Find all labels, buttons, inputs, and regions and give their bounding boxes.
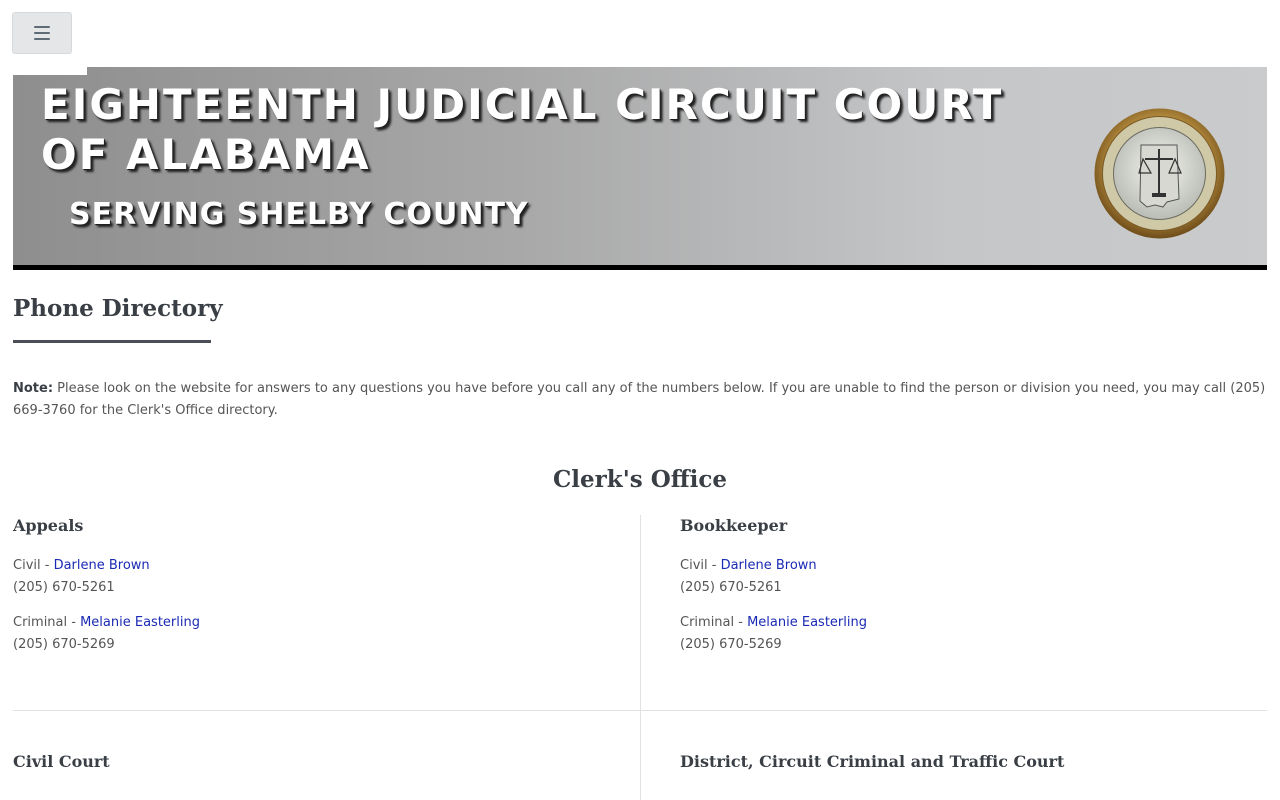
contact-phone: (205) 670-5269: [13, 637, 115, 652]
judicial-seal-icon: [1094, 108, 1225, 239]
contact-name-link[interactable]: Melanie Easterling: [747, 615, 867, 630]
card-appeals: Appeals Civil - Darlene Brown (205) 670-…: [13, 516, 573, 669]
contact-type: Criminal -: [13, 615, 81, 630]
column-divider: [640, 515, 641, 800]
contact-phone: (205) 670-5269: [680, 637, 782, 652]
hamburger-menu-button[interactable]: [12, 12, 72, 54]
contact-entry: Criminal - Melanie Easterling (205) 670-…: [13, 612, 573, 656]
directory-note: Note: Please look on the website for ans…: [13, 378, 1267, 422]
note-label: Note:: [13, 381, 54, 396]
section-title-clerks-office: Clerk's Office: [552, 466, 728, 493]
contact-entry: Civil - Darlene Brown (205) 670-5261: [680, 555, 1240, 599]
contact-phone: (205) 670-5261: [13, 580, 115, 595]
banner-bottom-border: [13, 265, 1267, 270]
contact-type: Criminal -: [680, 615, 748, 630]
card-title: District, Circuit Criminal and Traffic C…: [680, 752, 1065, 771]
contact-phone: (205) 670-5261: [680, 580, 782, 595]
card-title: Bookkeeper: [680, 516, 788, 535]
page-title: Phone Directory: [13, 295, 223, 322]
contact-type: Civil -: [680, 558, 721, 573]
site-subtitle: SERVING SHELBY COUNTY: [69, 197, 529, 232]
site-title: EIGHTEENTH JUDICIAL CIRCUIT COURT OF ALA…: [41, 80, 1004, 179]
card-civil-court: Civil Court: [13, 752, 573, 791]
note-text: Please look on the website for answers t…: [13, 381, 1266, 418]
card-bookkeeper: Bookkeeper Civil - Darlene Brown (205) 6…: [680, 516, 1240, 669]
row-divider: [13, 710, 1267, 711]
contact-name-link[interactable]: Darlene Brown: [721, 558, 817, 573]
contact-type: Civil -: [13, 558, 54, 573]
card-title: Appeals: [13, 516, 84, 535]
contact-entry: Criminal - Melanie Easterling (205) 670-…: [680, 612, 1240, 656]
card-title: Civil Court: [13, 752, 110, 771]
contact-name-link[interactable]: Melanie Easterling: [80, 615, 200, 630]
card-district-circuit-criminal-traffic: District, Circuit Criminal and Traffic C…: [680, 752, 1267, 791]
heading-underline: [13, 340, 211, 343]
hamburger-icon: [34, 26, 50, 40]
contact-name-link[interactable]: Darlene Brown: [54, 558, 150, 573]
contact-entry: Civil - Darlene Brown (205) 670-5261: [13, 555, 573, 599]
